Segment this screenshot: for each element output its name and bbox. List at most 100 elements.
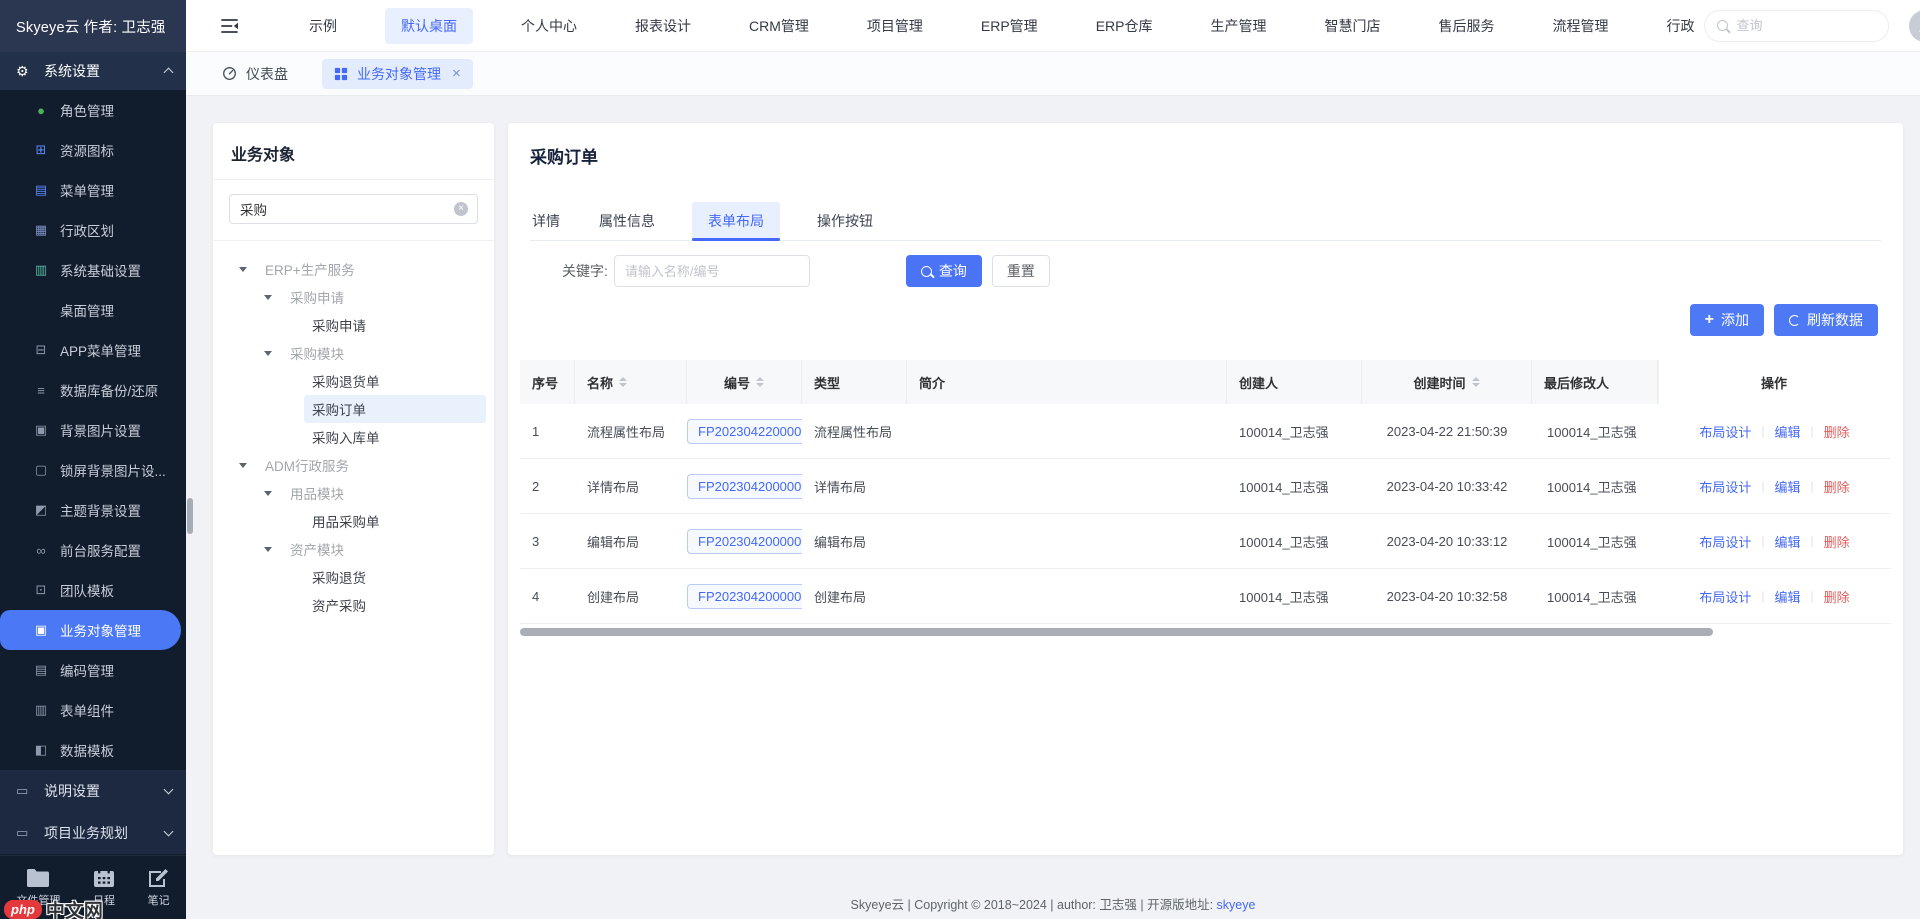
code-tag[interactable]: FP2023042000001 — [687, 584, 802, 609]
keyword-input[interactable] — [614, 255, 810, 287]
delete-link[interactable]: 删除 — [1824, 532, 1850, 551]
sidebar-item[interactable]: ⊡ 团队模板 — [0, 570, 186, 610]
top-nav-item[interactable]: 个人中心 — [511, 8, 587, 44]
sidebar-item[interactable]: ⊞ 资源图标 — [0, 130, 186, 170]
global-search-input[interactable] — [1736, 18, 1876, 33]
layout-design-link[interactable]: 布局设计 — [1699, 477, 1751, 496]
detail-tab[interactable]: 属性信息 — [597, 202, 657, 240]
detail-tab[interactable]: 详情 — [530, 202, 562, 240]
table-header-cell[interactable]: 名称 — [575, 360, 687, 404]
table-header-cell[interactable]: 创建时间 — [1362, 360, 1532, 404]
layout-design-link[interactable]: 布局设计 — [1699, 422, 1751, 441]
table-header-cell[interactable]: 创建人 — [1227, 360, 1362, 404]
sidebar-item[interactable]: ⊟ APP菜单管理 — [0, 330, 186, 370]
dock-item-notes[interactable]: 笔记 — [148, 868, 170, 908]
menu-fold-icon[interactable] — [220, 18, 239, 34]
table-row[interactable]: 3 编辑布局 FP2023042000002 编辑布局 100014_卫志强 2… — [520, 514, 1891, 569]
edit-link[interactable]: 编辑 — [1774, 422, 1800, 441]
sidebar-group-system-settings[interactable]: ⚙ 系统设置 — [0, 52, 186, 90]
sidebar-group[interactable]: ▭ 说明设置 — [0, 770, 186, 812]
top-nav-item[interactable]: 售后服务 — [1428, 8, 1504, 44]
top-nav-item[interactable]: 智慧门店 — [1314, 8, 1390, 44]
tree-node[interactable]: 采购退货 — [213, 563, 486, 591]
edit-link[interactable]: 编辑 — [1774, 477, 1800, 496]
table-header-cell[interactable]: 操作 — [1658, 360, 1891, 404]
layout-design-link[interactable]: 布局设计 — [1699, 532, 1751, 551]
table-row[interactable]: 4 创建布局 FP2023042000001 创建布局 100014_卫志强 2… — [520, 569, 1891, 624]
tree-node[interactable]: 采购模块 — [213, 339, 486, 367]
sidebar-group[interactable]: ▭ 项目业务规划 — [0, 812, 186, 854]
sidebar-item[interactable]: ▣ 业务对象管理 — [0, 610, 181, 650]
sidebar-item[interactable]: ▢ 锁屏背景图片设... — [0, 450, 186, 490]
sidebar-item[interactable]: ≡ 数据库备份/还原 — [0, 370, 186, 410]
top-nav-item[interactable]: 项目管理 — [857, 8, 933, 44]
top-nav-item[interactable]: 报表设计 — [625, 8, 701, 44]
sort-icon[interactable] — [1472, 377, 1480, 387]
sidebar-scrollbar[interactable] — [187, 498, 193, 534]
scrollbar-thumb[interactable] — [520, 628, 1713, 636]
edit-link[interactable]: 编辑 — [1774, 587, 1800, 606]
top-nav-item[interactable]: 行政 — [1656, 8, 1704, 44]
table-header-cell[interactable]: 最后修改人 — [1532, 360, 1658, 404]
tree-node[interactable]: ADM行政服务 — [213, 451, 486, 479]
code-tag[interactable]: FP2023042200001 — [687, 419, 802, 444]
add-button[interactable]: + 添加 — [1690, 304, 1764, 336]
sidebar-item[interactable]: ∞ 前台服务配置 — [0, 530, 186, 570]
global-search-box[interactable] — [1704, 10, 1889, 42]
delete-link[interactable]: 删除 — [1824, 422, 1850, 441]
tree-node[interactable]: 用品采购单 — [213, 507, 486, 535]
reset-button[interactable]: 重置 — [992, 255, 1050, 287]
tree-node[interactable]: 采购申请 — [213, 283, 486, 311]
top-nav-item[interactable]: 默认桌面 — [385, 8, 473, 44]
sidebar-item[interactable]: ● 角色管理 — [0, 90, 186, 130]
detail-tab[interactable]: 表单布局 — [692, 202, 780, 240]
sidebar-item[interactable]: 桌面管理 — [0, 290, 186, 330]
tree-node[interactable]: 采购申请 — [213, 311, 486, 339]
tree-node[interactable]: 采购退货单 — [213, 367, 486, 395]
table-header-cell[interactable]: 简介 — [907, 360, 1227, 404]
sidebar-item[interactable]: ▤ 编码管理 — [0, 650, 186, 690]
sidebar-item[interactable]: ▦ 行政区划 — [0, 210, 186, 250]
tab-business-object-management[interactable]: 业务对象管理 × — [322, 59, 473, 89]
detail-tab[interactable]: 操作按钮 — [815, 202, 875, 240]
table-row[interactable]: 2 详情布局 FP2023042000003 详情布局 100014_卫志强 2… — [520, 459, 1891, 514]
sidebar-item[interactable]: ◧ 数据模板 — [0, 730, 186, 770]
sort-icon[interactable] — [619, 377, 627, 387]
edit-link[interactable]: 编辑 — [1774, 532, 1800, 551]
top-nav-item[interactable]: ERP管理 — [971, 8, 1048, 44]
code-tag[interactable]: FP2023042000003 — [687, 474, 802, 499]
tree-node[interactable]: 用品模块 — [213, 479, 486, 507]
tree-node[interactable]: 采购入库单 — [213, 423, 486, 451]
table-header-cell[interactable]: 序号 — [520, 360, 575, 404]
refresh-button[interactable]: 刷新数据 — [1774, 304, 1878, 336]
query-button[interactable]: 查询 — [906, 255, 982, 287]
skyeye-link[interactable]: skyeye — [1217, 898, 1256, 912]
table-header-cell[interactable]: 编号 — [687, 360, 802, 404]
top-nav-item[interactable]: ERP仓库 — [1086, 8, 1163, 44]
sidebar-item[interactable]: ◩ 主题背景设置 — [0, 490, 186, 530]
tree-node[interactable]: 采购订单 — [213, 395, 486, 423]
top-nav-item[interactable]: 示例 — [299, 8, 347, 44]
close-icon[interactable]: × — [452, 66, 461, 81]
sidebar-item[interactable]: ▤ 菜单管理 — [0, 170, 186, 210]
code-tag[interactable]: FP2023042000002 — [687, 529, 802, 554]
sidebar-item[interactable]: ▥ 表单组件 — [0, 690, 186, 730]
clear-icon[interactable]: × — [454, 202, 468, 216]
table-header-cell[interactable]: 类型 — [802, 360, 907, 404]
user-box[interactable]: 卫 卫志强 中文 — [1909, 0, 1920, 56]
delete-link[interactable]: 删除 — [1824, 477, 1850, 496]
tree-node[interactable]: 资产采购 — [213, 591, 486, 619]
top-nav-item[interactable]: 生产管理 — [1200, 8, 1276, 44]
top-nav-item[interactable]: CRM管理 — [739, 8, 819, 44]
tree-search-input[interactable] — [229, 194, 478, 224]
table-row[interactable]: 1 流程属性布局 FP2023042200001 流程属性布局 100014_卫… — [520, 404, 1891, 459]
layout-design-link[interactable]: 布局设计 — [1699, 587, 1751, 606]
top-nav-item[interactable]: 流程管理 — [1542, 8, 1618, 44]
avatar[interactable]: 卫 — [1909, 10, 1920, 42]
sort-icon[interactable] — [756, 377, 764, 387]
sidebar-item[interactable]: ▣ 背景图片设置 — [0, 410, 186, 450]
tree-node[interactable]: ERP+生产服务 — [213, 255, 486, 283]
tree-node[interactable]: 资产模块 — [213, 535, 486, 563]
tab-dashboard[interactable]: 仪表盘 — [222, 64, 288, 84]
delete-link[interactable]: 删除 — [1824, 587, 1850, 606]
